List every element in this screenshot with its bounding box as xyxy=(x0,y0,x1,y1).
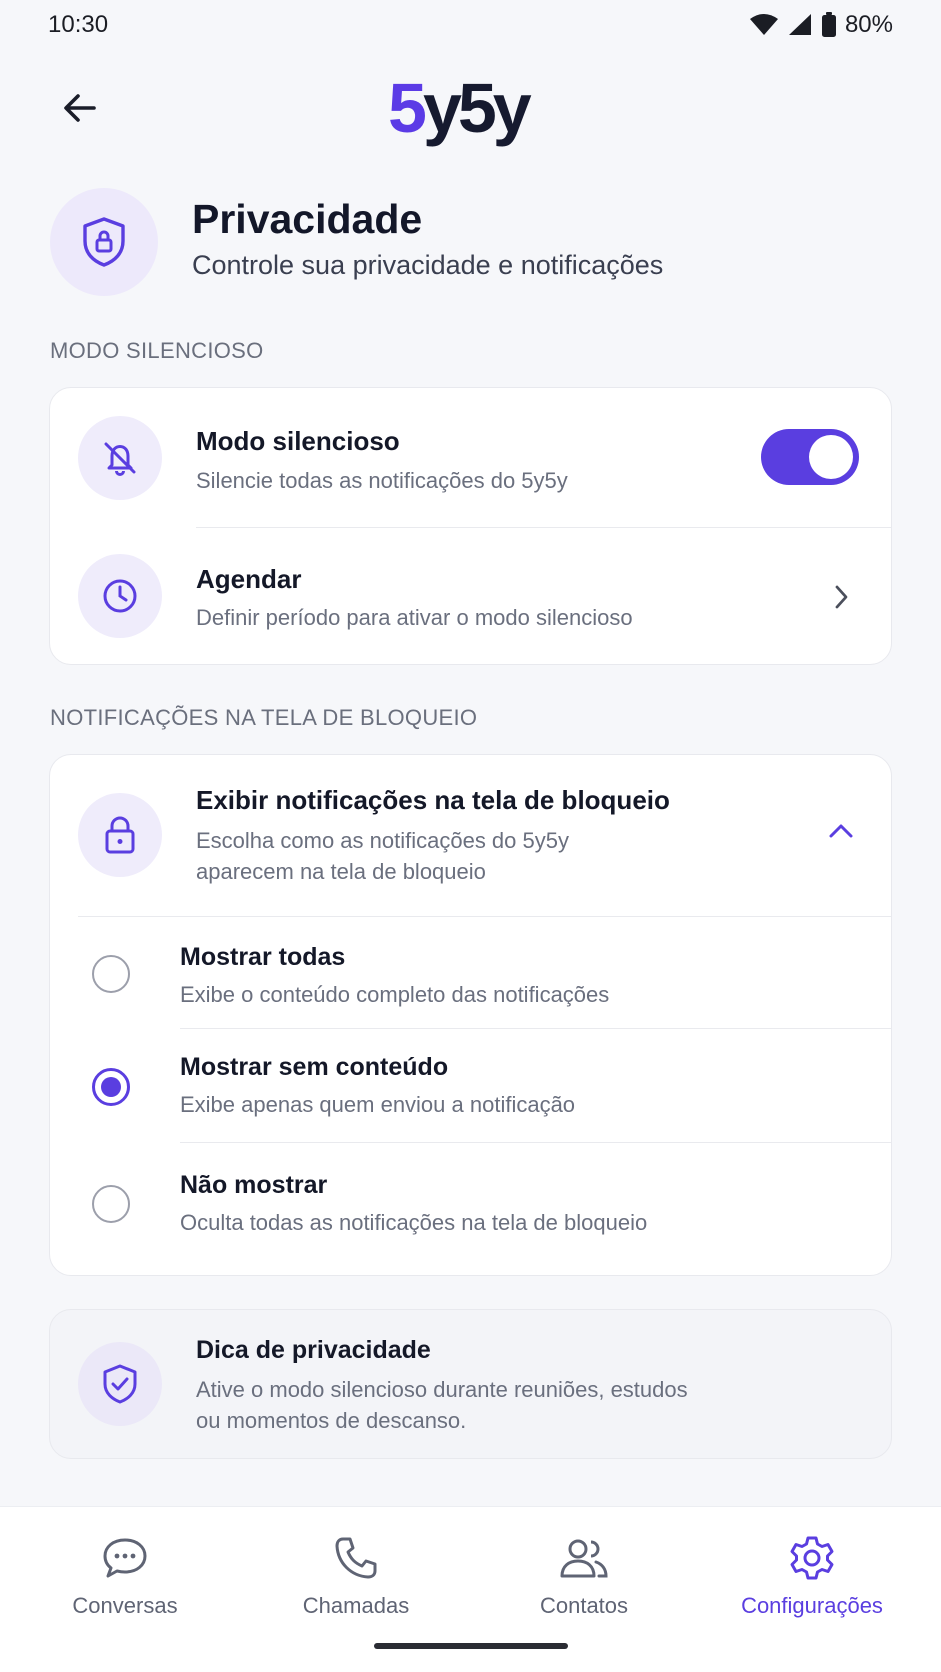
radio-show-without-content[interactable] xyxy=(92,1068,130,1106)
page-title: Privacidade xyxy=(192,196,423,242)
silent-mode-toggle[interactable] xyxy=(761,429,859,485)
option-show-without-content[interactable]: Mostrar sem conteúdo Exibe apenas quem e… xyxy=(50,1029,891,1143)
chevron-right-icon xyxy=(831,583,851,611)
nav-label-conversas: Conversas xyxy=(72,1593,178,1618)
tip-desc-line1: Ative o modo silencioso durante reuniões… xyxy=(196,1377,688,1402)
lockscreen-icon-container xyxy=(78,793,162,877)
option-do-not-show-title: Não mostrar xyxy=(180,1171,328,1199)
nav-item-conversas[interactable]: Conversas xyxy=(9,1507,241,1637)
schedule-title: Agendar xyxy=(196,564,302,594)
option-do-not-show-desc: Oculta todas as notificações na tela de … xyxy=(180,1210,648,1235)
bell-off-icon xyxy=(100,438,140,478)
section-label-silent-mode: MODO SILENCIOSO xyxy=(50,338,264,363)
lockscreen-header-row[interactable]: Exibir notificações na tela de bloqueio … xyxy=(50,755,891,917)
battery-icon xyxy=(821,12,837,38)
option-do-not-show[interactable]: Não mostrar Oculta todas as notificações… xyxy=(50,1143,891,1277)
clock-icon xyxy=(100,576,140,616)
lockscreen-title: Exibir notificações na tela de bloqueio xyxy=(196,785,670,815)
page-icon-container xyxy=(50,188,158,296)
option-show-all-desc: Exibe o conteúdo completo das notificaçõ… xyxy=(180,982,610,1007)
shield-lock-icon xyxy=(79,215,129,269)
lockscreen-card: Exibir notificações na tela de bloqueio … xyxy=(49,754,892,1276)
schedule-icon-container xyxy=(78,554,162,638)
tip-title: Dica de privacidade xyxy=(196,1336,431,1364)
nav-label-configuracoes: Configurações xyxy=(741,1593,883,1618)
schedule-row[interactable]: Agendar Definir período para ativar o mo… xyxy=(50,528,891,666)
brand-logo: 5y5y xyxy=(388,66,532,150)
nav-item-configuracoes[interactable]: Configurações xyxy=(696,1507,928,1637)
status-time: 10:30 xyxy=(48,11,109,38)
back-button[interactable] xyxy=(56,84,104,132)
nav-label-contatos: Contatos xyxy=(539,1593,629,1618)
brand-logo-part1: 5 xyxy=(388,69,427,147)
cellular-signal-icon xyxy=(787,13,813,37)
bottom-navigation: Conversas Chamadas Contatos Configuraçõe… xyxy=(0,1506,941,1672)
nav-item-contatos[interactable]: Contatos xyxy=(468,1507,700,1637)
chevron-up-icon[interactable] xyxy=(827,821,855,841)
silent-mode-row[interactable]: Modo silencioso Silencie todas as notifi… xyxy=(50,388,891,528)
silent-mode-desc: Silencie todas as notificações do 5y5y xyxy=(196,468,568,493)
schedule-desc: Definir período para ativar o modo silen… xyxy=(196,605,633,630)
shield-check-icon xyxy=(99,1362,141,1406)
option-show-all-title: Mostrar todas xyxy=(180,943,346,971)
wifi-icon xyxy=(749,13,779,37)
status-bar: 10:30 80% xyxy=(0,0,941,52)
option-show-without-content-title: Mostrar sem conteúdo xyxy=(180,1053,449,1081)
tip-icon-container xyxy=(78,1342,162,1426)
nav-label-chamadas: Chamadas xyxy=(302,1593,410,1618)
option-show-without-content-desc: Exibe apenas quem enviou a notificação xyxy=(180,1092,576,1117)
silent-mode-card: Modo silencioso Silencie todas as notifi… xyxy=(49,387,892,665)
nav-item-chamadas[interactable]: Chamadas xyxy=(240,1507,472,1637)
gear-icon xyxy=(789,1533,835,1583)
toggle-knob xyxy=(809,435,853,479)
lock-icon xyxy=(100,814,140,856)
chat-bubble-icon xyxy=(101,1533,149,1583)
people-icon xyxy=(558,1533,610,1583)
silent-mode-icon-container xyxy=(78,416,162,500)
silent-mode-title: Modo silencioso xyxy=(196,426,400,456)
home-indicator[interactable] xyxy=(374,1643,568,1649)
brand-logo-part2: y5y xyxy=(422,69,532,147)
battery-percentage: 80% xyxy=(844,11,893,38)
phone-icon xyxy=(333,1533,379,1583)
page-subtitle: Controle sua privacidade e notificações xyxy=(192,250,664,280)
option-show-all[interactable]: Mostrar todas Exibe o conteúdo completo … xyxy=(50,917,891,1029)
arrow-left-icon xyxy=(60,88,100,128)
lockscreen-desc-line1: Escolha como as notificações do 5y5y xyxy=(196,828,569,853)
lockscreen-desc-line2: aparecem na tela de bloqueio xyxy=(196,859,486,884)
section-label-lockscreen: NOTIFICAÇÕES NA TELA DE BLOQUEIO xyxy=(50,705,478,730)
tip-desc-line2: ou momentos de descanso. xyxy=(196,1408,467,1433)
radio-do-not-show[interactable] xyxy=(92,1185,130,1223)
radio-show-all[interactable] xyxy=(92,955,130,993)
status-icons: 80% xyxy=(749,11,893,39)
privacy-tip-card: Dica de privacidade Ative o modo silenci… xyxy=(49,1309,892,1459)
